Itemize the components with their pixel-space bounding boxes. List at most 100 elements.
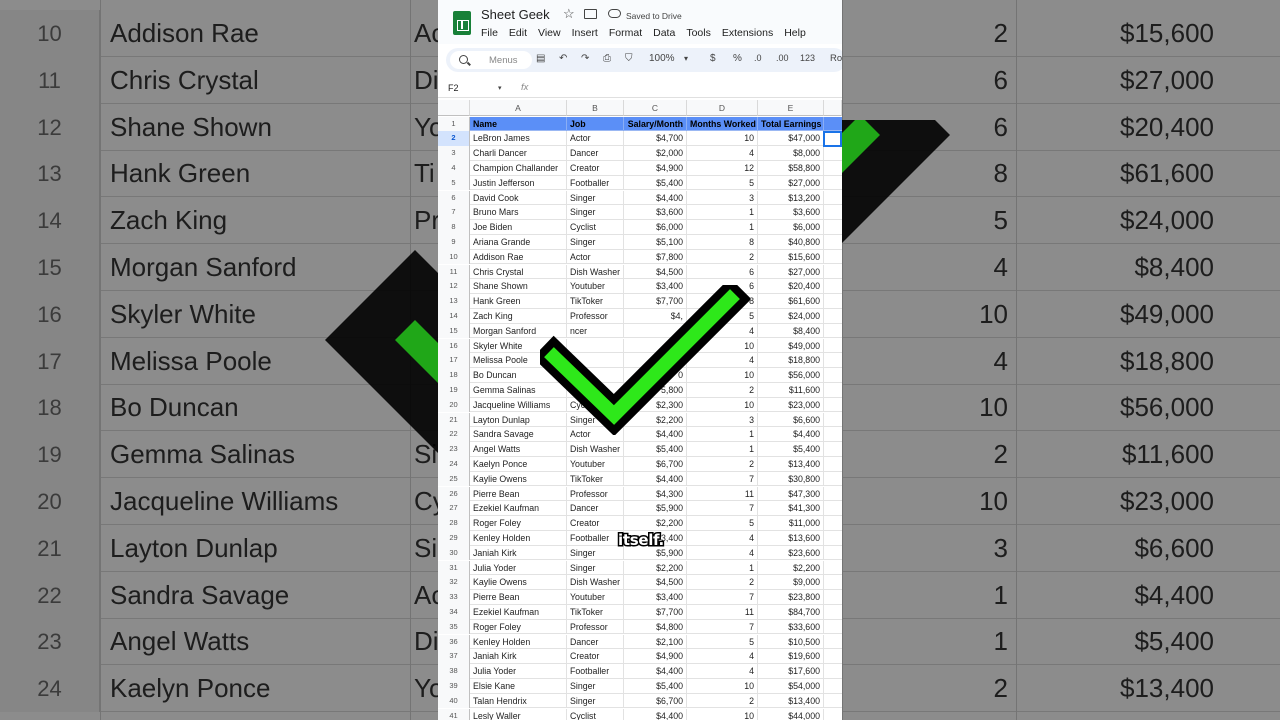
table-cell[interactable]: 1	[687, 205, 758, 221]
table-cell[interactable]: $3,600	[624, 205, 687, 221]
row-number[interactable]: 41	[438, 708, 470, 720]
table-cell[interactable]: Footballer	[567, 175, 624, 191]
table-cell[interactable]: 4	[687, 530, 758, 546]
table-cell[interactable]: $2,000	[624, 146, 687, 161]
table-cell[interactable]: $4,400	[758, 427, 824, 443]
table-cell[interactable]: $3,400	[624, 590, 687, 605]
row-number[interactable]: 11	[438, 264, 470, 280]
row-number[interactable]: 12	[438, 279, 470, 295]
table-cell[interactable]: Singer	[567, 678, 624, 694]
table-cell[interactable]: $5,400	[624, 175, 687, 191]
row-number[interactable]: 32	[438, 575, 470, 591]
table-cell[interactable]: Kenley Holden	[470, 634, 567, 650]
table-cell[interactable]: 1	[687, 442, 758, 457]
select-all-corner[interactable]	[438, 100, 470, 116]
row-number[interactable]: 22	[438, 427, 470, 443]
table-cell[interactable]: $11,000	[758, 516, 824, 531]
table-cell[interactable]: $11,600	[758, 382, 824, 398]
search-menus-input[interactable]: Menus	[450, 51, 532, 69]
table-cell[interactable]: Addison Rae	[470, 249, 567, 265]
star-icon[interactable]: ☆	[563, 6, 575, 22]
table-cell[interactable]: $5,400	[758, 442, 824, 457]
table-cell[interactable]: Ariana Grande	[470, 234, 567, 250]
table-cell[interactable]: Elsie Kane	[470, 678, 567, 694]
table-cell[interactable]: David Cook	[470, 190, 567, 206]
table-cell[interactable]: $17,600	[758, 664, 824, 679]
table-cell[interactable]: $13,600	[758, 530, 824, 546]
table-cell[interactable]: Janiah Kirk	[470, 545, 567, 561]
table-cell[interactable]: 2	[687, 249, 758, 265]
table-cell[interactable]: $84,700	[758, 604, 824, 620]
table-cell[interactable]: $6,000	[758, 220, 824, 235]
table-cell[interactable]: $8,000	[758, 146, 824, 161]
table-cell[interactable]: Pierre Bean	[470, 486, 567, 502]
print-icon[interactable]: ⎙	[603, 53, 611, 64]
row-number[interactable]: 13	[438, 294, 470, 309]
table-cell[interactable]: 1	[687, 560, 758, 576]
zoom-select[interactable]: 100%	[649, 53, 675, 64]
table-cell[interactable]: LeBron James	[470, 131, 567, 147]
table-cell[interactable]: Chris Crystal	[470, 264, 567, 280]
column-header-f[interactable]	[824, 100, 842, 116]
table-cell[interactable]: Justin Jefferson	[470, 175, 567, 191]
table-cell[interactable]: Kaylie Owens	[470, 575, 567, 591]
row-number[interactable]: 14	[438, 308, 470, 324]
table-cell[interactable]: $19,600	[758, 649, 824, 665]
table-cell[interactable]: Footballer	[567, 664, 624, 679]
table-cell[interactable]: Actor	[567, 131, 624, 147]
table-cell[interactable]: 5	[687, 175, 758, 191]
table-cell[interactable]: $2,200	[758, 560, 824, 576]
row-number[interactable]: 35	[438, 619, 470, 635]
table-cell[interactable]: Kenley Holden	[470, 530, 567, 546]
undo-icon[interactable]: ↶	[559, 53, 567, 64]
table-cell[interactable]: $20,400	[758, 279, 824, 295]
increase-decimal-button[interactable]: .00	[776, 53, 789, 63]
row-number[interactable]: 2	[438, 131, 470, 147]
table-cell[interactable]: 10	[687, 678, 758, 694]
table-cell[interactable]: Footballer	[567, 530, 624, 546]
row-number[interactable]: 30	[438, 545, 470, 561]
header-cell[interactable]: Salary/Month	[624, 116, 687, 132]
table-cell[interactable]: $2,100	[624, 634, 687, 650]
table-cell[interactable]: TikToker	[567, 471, 624, 487]
table-cell[interactable]: 4	[687, 664, 758, 679]
table-cell[interactable]: $23,000	[758, 397, 824, 413]
table-cell[interactable]: $23,600	[758, 545, 824, 561]
table-cell[interactable]: Charli Dancer	[470, 146, 567, 161]
table-cell[interactable]: $2,200	[624, 560, 687, 576]
table-cell[interactable]: Roger Foley	[470, 516, 567, 531]
table-cell[interactable]: $27,000	[758, 264, 824, 280]
table-cell[interactable]: $4,400	[624, 708, 687, 720]
table-cell[interactable]: $9,000	[758, 575, 824, 591]
table-cell[interactable]: Creator	[567, 516, 624, 531]
table-cell[interactable]: 11	[687, 486, 758, 502]
table-cell[interactable]: 5	[687, 516, 758, 531]
document-title[interactable]: Sheet Geek	[481, 7, 550, 22]
table-cell[interactable]: 8	[687, 234, 758, 250]
table-cell[interactable]: $6,600	[758, 412, 824, 428]
column-header-d[interactable]: D	[687, 100, 758, 116]
table-cell[interactable]: Professor	[567, 619, 624, 635]
table-cell[interactable]: $8,400	[758, 323, 824, 339]
table-cell[interactable]: $30,800	[758, 471, 824, 487]
table-cell[interactable]: $47,300	[758, 486, 824, 502]
selected-cell-outline[interactable]	[823, 131, 842, 147]
table-cell[interactable]: $4,500	[624, 264, 687, 280]
table-cell[interactable]: $4,300	[624, 486, 687, 502]
table-cell[interactable]: $4,900	[624, 160, 687, 176]
table-cell[interactable]: Roger Foley	[470, 619, 567, 635]
table-cell[interactable]: Joe Biden	[470, 220, 567, 235]
menu-item-edit[interactable]: Edit	[509, 27, 527, 39]
number-format-button[interactable]: 123	[800, 53, 815, 63]
table-cell[interactable]: Angel Watts	[470, 442, 567, 457]
table-cell[interactable]: Ezekiel Kaufman	[470, 501, 567, 517]
table-cell[interactable]: $61,600	[758, 294, 824, 309]
row-number[interactable]: 17	[438, 353, 470, 369]
row-number[interactable]: 15	[438, 323, 470, 339]
table-cell[interactable]: $4,400	[624, 471, 687, 487]
table-cell[interactable]: Dish Washer	[567, 575, 624, 591]
table-cell[interactable]: $6,000	[624, 220, 687, 235]
table-cell[interactable]: 7	[687, 590, 758, 605]
row-number[interactable]: 10	[438, 249, 470, 265]
sheets-logo-icon[interactable]	[453, 11, 471, 35]
